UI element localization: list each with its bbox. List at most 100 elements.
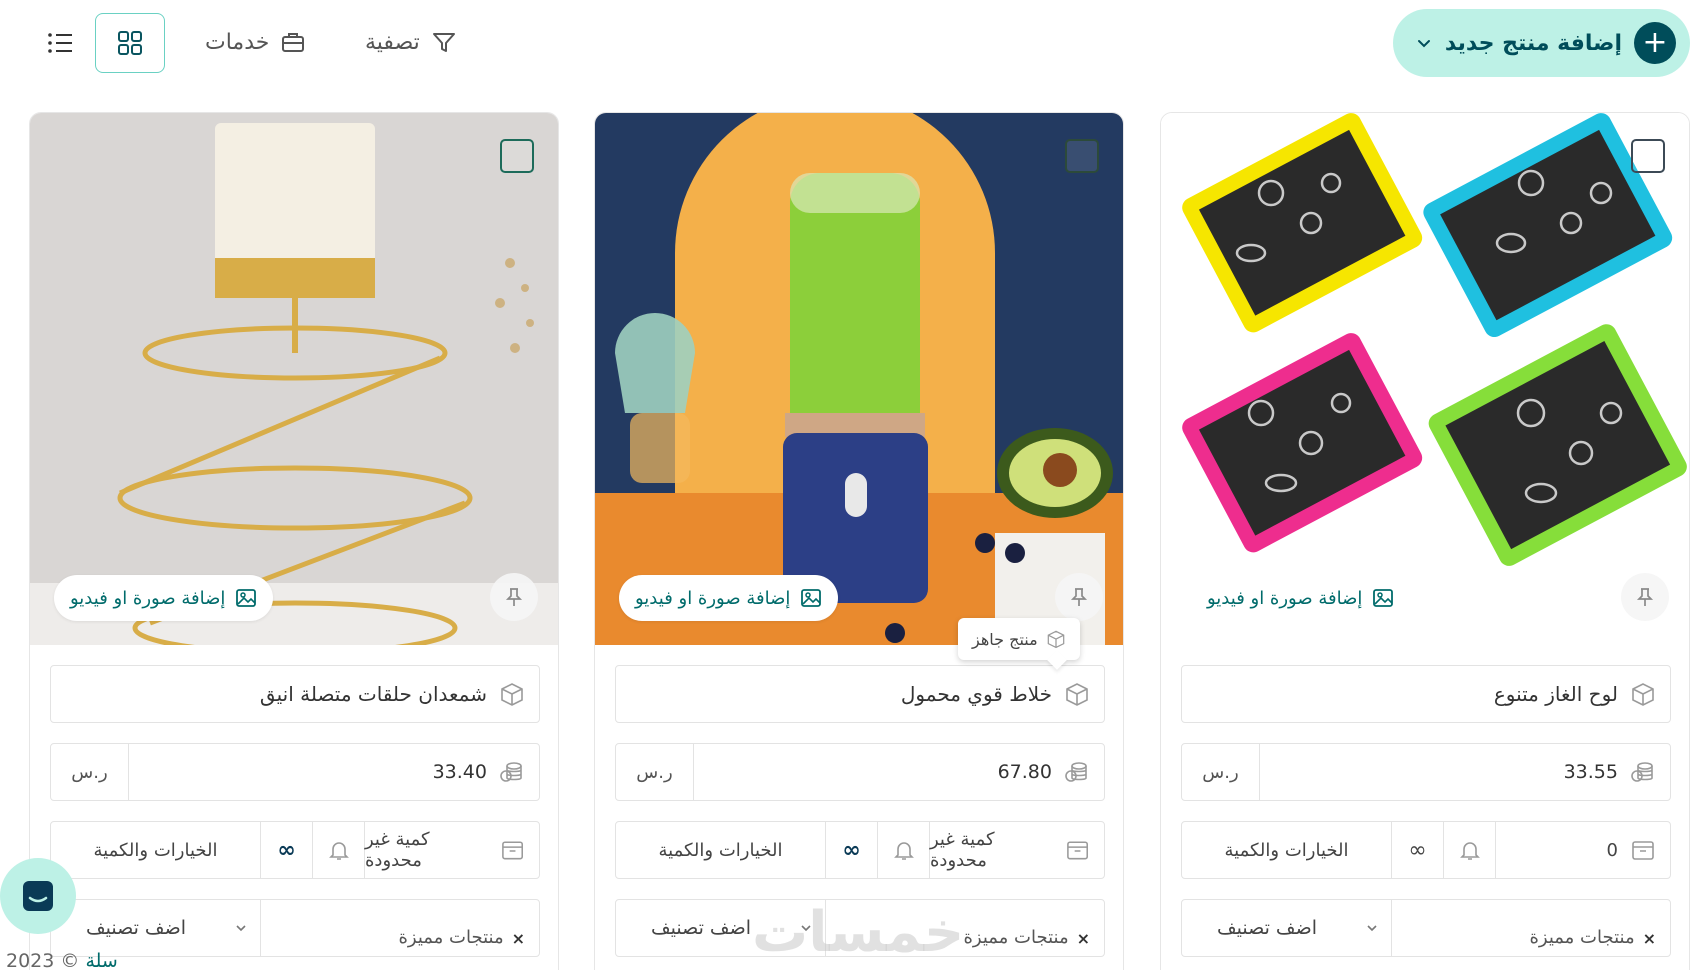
add-media-label: إضافة صورة او فيديو <box>70 587 226 609</box>
grid-view-toggle[interactable] <box>95 13 165 73</box>
product-card: إضافة صورة او فيديو شمعدان حلقات متصلة ا… <box>29 112 559 970</box>
quantity-row: الخيارات والكمية ∞ 0 <box>1181 821 1671 879</box>
ready-product-tooltip: منتج جاهز <box>958 618 1080 660</box>
add-media-button[interactable]: إضافة صورة او فيديو <box>1191 575 1410 621</box>
watermark: خمسات <box>752 900 965 965</box>
remove-tag-icon[interactable]: × <box>1077 929 1090 948</box>
tooltip-text: منتج جاهز <box>972 629 1038 649</box>
product-name-field[interactable]: خلاط قوي محمول <box>615 665 1105 723</box>
currency-label: ر.س <box>1182 744 1260 800</box>
pin-icon <box>505 588 523 606</box>
box-icon <box>501 683 523 706</box>
price-field[interactable]: ر.س 33.55 <box>1181 743 1671 801</box>
bell-icon[interactable] <box>1444 822 1496 878</box>
box-icon <box>1066 683 1088 706</box>
infinity-icon[interactable]: ∞ <box>826 822 878 878</box>
pin-button[interactable] <box>1055 573 1103 621</box>
options-quantity-button[interactable]: الخيارات والكمية <box>51 822 261 878</box>
infinity-icon[interactable]: ∞ <box>261 822 313 878</box>
quantity-field[interactable]: 0 <box>1496 837 1670 863</box>
coins-icon <box>1065 762 1087 782</box>
footer-note: سلة © 2023 <box>6 950 118 970</box>
remove-tag-icon[interactable]: × <box>1643 929 1656 948</box>
product-name: شمعدان حلقات متصلة انيق <box>259 682 487 706</box>
product-name-field[interactable]: لوح الغاز متنوع <box>1181 665 1671 723</box>
add-media-button[interactable]: إضافة صورة او فيديو <box>54 575 274 621</box>
add-category-select[interactable]: اضف تصنيف <box>1182 900 1352 956</box>
select-checkbox[interactable] <box>500 139 534 173</box>
category-tags: منتجات مميزة × <box>1392 900 1670 956</box>
currency-label: ر.س <box>616 744 694 800</box>
quantity-row: الخيارات والكمية ∞ كمية غير محدودة <box>615 821 1105 879</box>
pin-icon <box>1636 588 1654 606</box>
product-card: إضافة صورة او فيديو خلاط قوي محمول ر.س 6… <box>594 112 1124 970</box>
remove-tag-icon[interactable]: × <box>512 929 525 948</box>
pin-button[interactable] <box>490 573 538 621</box>
add-media-label: إضافة صورة او فيديو <box>635 587 791 609</box>
currency-label: ر.س <box>51 744 129 800</box>
add-category-select[interactable]: اضف تصنيف <box>51 900 221 956</box>
product-name: لوح الغاز متنوع <box>1493 682 1618 706</box>
options-quantity-button[interactable]: الخيارات والكمية <box>616 822 826 878</box>
add-media-label: إضافة صورة او فيديو <box>1207 587 1363 609</box>
select-checkbox[interactable] <box>1065 139 1099 173</box>
box-icon <box>1067 841 1088 860</box>
category-tag: منتجات مميزة <box>398 927 504 948</box>
footer-brand[interactable]: سلة <box>85 950 117 970</box>
category-tag: منتجات مميزة <box>1529 927 1635 948</box>
category-row: اضف تصنيف منتجات مميزة × <box>1181 899 1671 957</box>
pin-button[interactable] <box>1621 573 1669 621</box>
quantity-value: كمية غير محدودة <box>930 829 995 871</box>
chevron-down-icon[interactable] <box>221 900 261 956</box>
product-name-field[interactable]: شمعدان حلقات متصلة انيق <box>50 665 540 723</box>
toolbar: + إضافة منتج جديد تصفية خدمات <box>0 0 1700 100</box>
quantity-value: 0 <box>1606 839 1618 861</box>
product-image: إضافة صورة او فيديو <box>595 113 1123 645</box>
add-media-button[interactable]: إضافة صورة او فيديو <box>619 575 839 621</box>
options-quantity-button[interactable]: الخيارات والكمية <box>1182 822 1392 878</box>
list-view-icon <box>48 33 72 53</box>
product-image: إضافة صورة او فيديو <box>1161 113 1689 645</box>
filter-label: تصفية <box>365 29 420 55</box>
coins-icon <box>500 762 522 782</box>
add-product-button[interactable]: + إضافة منتج جديد <box>1393 9 1690 77</box>
chat-icon <box>23 881 53 911</box>
quantity-row: الخيارات والكمية ∞ كمية غير محدودة <box>50 821 540 879</box>
box-icon <box>1632 841 1654 860</box>
select-checkbox[interactable] <box>1631 139 1665 173</box>
briefcase-icon <box>282 33 305 52</box>
plus-icon: + <box>1634 22 1676 64</box>
price-field[interactable]: ر.س 67.80 <box>615 743 1105 801</box>
filter-button[interactable]: تصفية <box>365 20 458 64</box>
category-tag: منتجات مميزة <box>963 927 1069 948</box>
quantity-field[interactable]: كمية غير محدودة <box>365 829 539 871</box>
infinity-icon[interactable]: ∞ <box>1392 822 1444 878</box>
image-icon <box>1373 589 1394 607</box>
price-field[interactable]: ر.س 33.40 <box>50 743 540 801</box>
add-product-label: إضافة منتج جديد <box>1444 30 1622 56</box>
bell-icon[interactable] <box>878 822 930 878</box>
price-value: 33.55 <box>1563 761 1618 783</box>
quantity-value: كمية غير محدودة <box>365 829 430 871</box>
box-icon <box>1632 683 1654 706</box>
footer-copyright: © 2023 <box>6 950 80 970</box>
services-button[interactable]: خدمات <box>205 20 307 64</box>
pin-icon <box>1070 588 1088 606</box>
chevron-down-icon[interactable] <box>1352 900 1392 956</box>
services-label: خدمات <box>205 29 270 55</box>
chevron-down-icon[interactable] <box>1411 34 1437 52</box>
box-icon <box>1047 630 1064 649</box>
chat-button[interactable] <box>0 858 76 934</box>
coins-icon <box>1631 762 1653 782</box>
product-name: خلاط قوي محمول <box>900 682 1052 706</box>
product-card: إضافة صورة او فيديو لوح الغاز متنوع ر.س … <box>1160 112 1690 970</box>
image-icon <box>801 589 822 607</box>
grid-view-icon <box>118 31 142 55</box>
category-row: اضف تصنيف منتجات مميزة × <box>50 899 540 957</box>
product-image: إضافة صورة او فيديو <box>30 113 558 645</box>
filter-icon <box>432 33 455 52</box>
quantity-field[interactable]: كمية غير محدودة <box>930 829 1104 871</box>
list-view-toggle[interactable] <box>42 24 78 62</box>
bell-icon[interactable] <box>313 822 365 878</box>
category-tags: منتجات مميزة × <box>261 900 539 956</box>
